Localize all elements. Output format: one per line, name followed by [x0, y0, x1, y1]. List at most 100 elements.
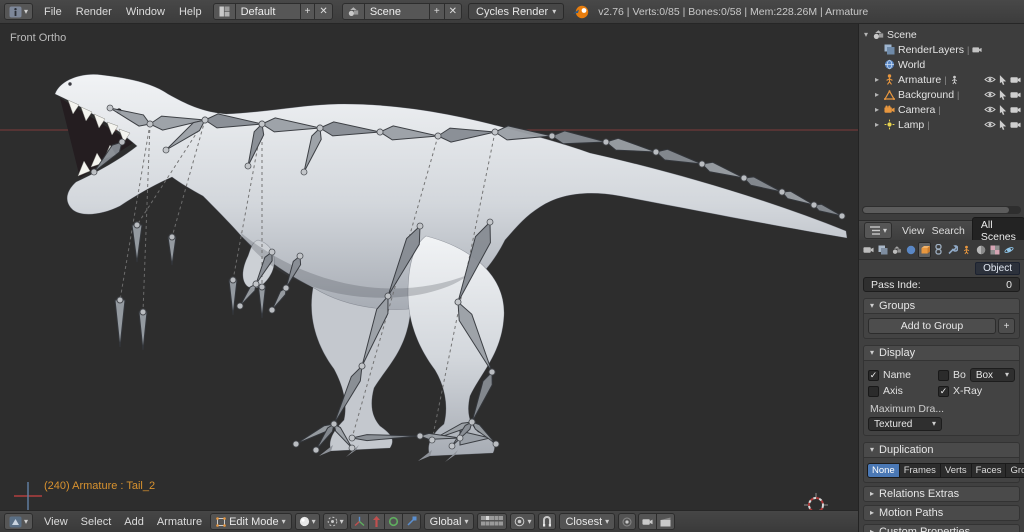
- eye-icon[interactable]: [984, 75, 996, 84]
- menu-add[interactable]: Add: [119, 515, 149, 529]
- snap-target-select[interactable]: Closest ▾: [559, 513, 615, 530]
- outliner-row-world[interactable]: World: [859, 57, 1024, 72]
- screen-add-button[interactable]: +: [300, 3, 316, 20]
- outliner-label: Camera: [898, 104, 935, 116]
- selectable-pointer-icon[interactable]: [999, 75, 1007, 85]
- panel-header-duplication[interactable]: ▾ Duplication: [863, 442, 1020, 458]
- scene-add-button[interactable]: +: [429, 3, 445, 20]
- manipulator-axis-icon[interactable]: [350, 513, 369, 530]
- screen-name-field[interactable]: Default: [235, 3, 301, 20]
- proportional-edit-select[interactable]: ▾: [510, 513, 535, 530]
- menu-view[interactable]: View: [39, 515, 73, 529]
- tab-material-icon[interactable]: [974, 242, 987, 258]
- viewport-3d[interactable]: Front Ortho (240) Armature : Tail_2: [0, 24, 858, 510]
- outliner-search-menu[interactable]: Search: [932, 225, 965, 237]
- dup-none-button[interactable]: None: [867, 463, 900, 478]
- mode-select[interactable]: Edit Mode ▾: [210, 513, 292, 530]
- render-engine-select[interactable]: Cycles Render ▾: [468, 3, 564, 20]
- tab-world-icon[interactable]: [904, 242, 917, 258]
- eye-icon[interactable]: [984, 105, 996, 114]
- outliner-row-lamp[interactable]: ▸ Lamp |: [859, 117, 1024, 132]
- menu-armature[interactable]: Armature: [152, 515, 207, 529]
- tab-scene-icon[interactable]: [890, 242, 903, 258]
- checkbox-name[interactable]: ✓: [868, 370, 879, 381]
- renderable-camera-icon[interactable]: [1010, 90, 1021, 99]
- editor-type-button[interactable]: ▾: [4, 3, 33, 20]
- max-draw-type-select[interactable]: Textured ▾: [868, 417, 942, 431]
- outliner-view-menu[interactable]: View: [902, 225, 925, 237]
- panel-header-display[interactable]: ▾ Display: [863, 345, 1020, 361]
- menu-help[interactable]: Help: [173, 4, 208, 20]
- cursor-3d[interactable]: [804, 493, 828, 510]
- outliner-editor-type-button[interactable]: ▾: [864, 222, 892, 239]
- tab-object-icon[interactable]: [918, 242, 931, 258]
- disclosure-icon[interactable]: ▸: [873, 75, 881, 84]
- renderable-camera-icon[interactable]: [1010, 105, 1021, 114]
- eye-icon[interactable]: [984, 90, 996, 99]
- outliner-editor: ▾ Scene RenderLayers |: [859, 24, 1024, 240]
- dup-group-button[interactable]: Group: [1005, 463, 1024, 478]
- screen-delete-button[interactable]: ✕: [314, 3, 332, 20]
- opengl-render-image-button[interactable]: [638, 513, 657, 530]
- panel-header-custom-properties[interactable]: ▸ Custom Properties: [863, 524, 1020, 532]
- outliner-row-background[interactable]: ▸ Background |: [859, 87, 1024, 102]
- renderable-camera-icon[interactable]: [1010, 75, 1021, 84]
- menu-render[interactable]: Render: [70, 4, 118, 20]
- tab-render-icon[interactable]: [862, 242, 875, 258]
- opengl-render-anim-button[interactable]: [656, 513, 675, 530]
- add-to-group-button[interactable]: Add to Group: [868, 318, 996, 334]
- dup-faces-button[interactable]: Faces: [971, 463, 1007, 478]
- snap-element-button[interactable]: [618, 513, 636, 530]
- disclosure-icon[interactable]: ▸: [873, 90, 881, 99]
- new-group-button[interactable]: +: [998, 318, 1015, 334]
- menu-select[interactable]: Select: [76, 515, 117, 529]
- tab-object-data-icon[interactable]: [960, 242, 973, 258]
- transform-orientation-select[interactable]: Global ▾: [424, 513, 475, 530]
- scale-manipulator-icon[interactable]: [402, 513, 421, 530]
- scene-name-field[interactable]: Scene: [364, 3, 430, 20]
- tab-constraints-icon[interactable]: [932, 242, 945, 258]
- viewport-shading-select[interactable]: ▾: [295, 513, 320, 530]
- pass-index-field[interactable]: Pass Inde: 0: [863, 277, 1020, 292]
- selectable-pointer-icon[interactable]: [999, 105, 1007, 115]
- snap-toggle-button[interactable]: [538, 513, 556, 530]
- outliner-row-scene[interactable]: ▾ Scene: [859, 27, 1024, 42]
- tab-physics-icon[interactable]: [1002, 242, 1015, 258]
- scene-browse-button[interactable]: [342, 3, 365, 20]
- properties-tabs: [859, 240, 1024, 260]
- mesh-object-icon: [884, 90, 895, 100]
- dup-verts-button[interactable]: Verts: [940, 463, 972, 478]
- view3d-editor-type-button[interactable]: ▾: [4, 513, 33, 530]
- scene-delete-button[interactable]: ✕: [444, 3, 462, 20]
- menu-file[interactable]: File: [38, 4, 68, 20]
- dup-frames-button[interactable]: Frames: [899, 463, 941, 478]
- rotate-manipulator-icon[interactable]: [384, 513, 403, 530]
- outliner-row-armature[interactable]: ▸ Armature |: [859, 72, 1024, 87]
- renderable-camera-icon[interactable]: [1010, 120, 1021, 129]
- checkbox-xray[interactable]: ✓: [938, 386, 949, 397]
- panel-header-motion-paths[interactable]: ▸ Motion Paths: [863, 505, 1020, 521]
- outliner-row-camera[interactable]: ▸ Camera |: [859, 102, 1024, 117]
- pivot-point-select[interactable]: ▾: [323, 513, 348, 530]
- menu-window[interactable]: Window: [120, 4, 171, 20]
- disclosure-icon[interactable]: ▸: [873, 120, 881, 129]
- outliner-row-renderlayers[interactable]: RenderLayers |: [859, 42, 1024, 57]
- translate-manipulator-icon[interactable]: [368, 513, 385, 530]
- view3d-editor-icon: [9, 516, 22, 528]
- checkbox-axis[interactable]: [868, 386, 879, 397]
- disclosure-icon[interactable]: ▾: [862, 30, 870, 39]
- selectable-pointer-icon[interactable]: [999, 120, 1007, 130]
- checkbox-bounds[interactable]: [938, 370, 949, 381]
- tab-modifiers-icon[interactable]: [946, 242, 959, 258]
- outliner-scrollbar[interactable]: [862, 206, 1021, 214]
- armature-layers-widget[interactable]: [477, 513, 507, 530]
- screen-browse-button[interactable]: [213, 3, 236, 20]
- panel-header-relations-extras[interactable]: ▸ Relations Extras: [863, 486, 1020, 502]
- panel-header-groups[interactable]: ▾ Groups: [863, 298, 1020, 314]
- bounds-type-select[interactable]: Box ▾: [970, 368, 1015, 382]
- selectable-pointer-icon[interactable]: [999, 90, 1007, 100]
- tab-render-layers-icon[interactable]: [876, 242, 889, 258]
- tab-texture-icon[interactable]: [988, 242, 1001, 258]
- disclosure-icon[interactable]: ▸: [873, 105, 881, 114]
- eye-icon[interactable]: [984, 120, 996, 129]
